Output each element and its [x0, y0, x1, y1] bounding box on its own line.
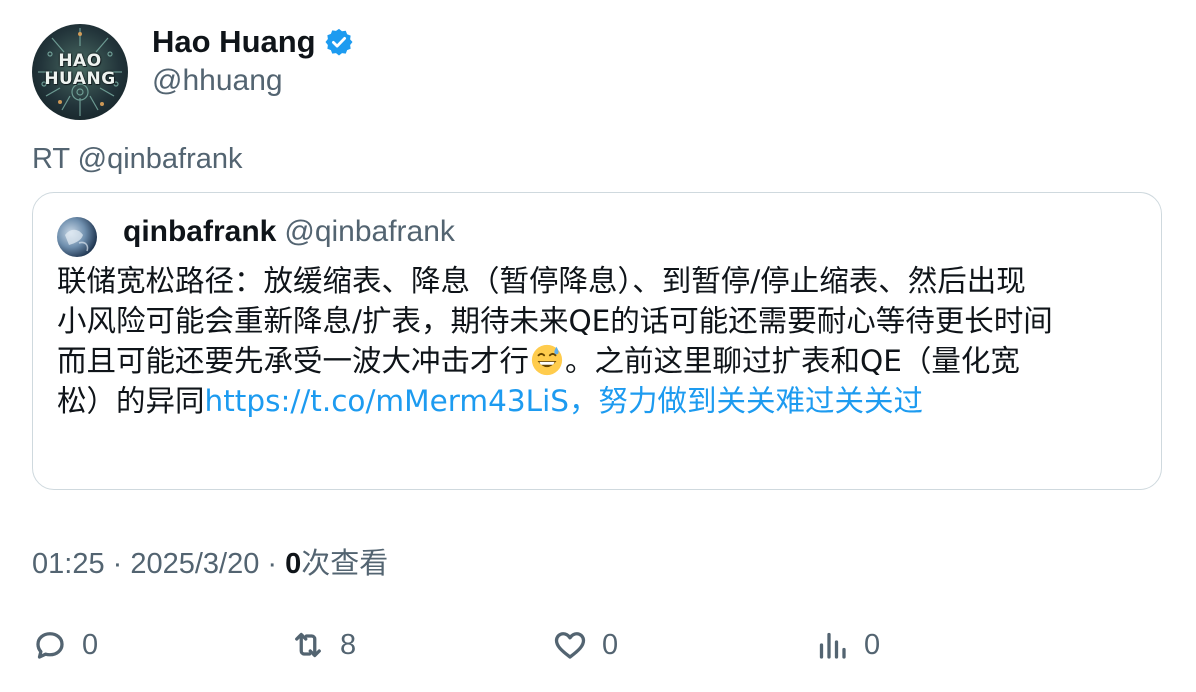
- globe-icon: [65, 229, 89, 252]
- heart-icon: [554, 632, 586, 659]
- like-button[interactable]: 0: [552, 620, 618, 670]
- analytics-bar-chart-icon: [819, 632, 846, 659]
- reply-icon: [36, 632, 64, 659]
- tweet-meta: 01:25 · 2025/3/20 · 0次查看: [32, 540, 388, 582]
- tweet-date[interactable]: 2025/3/20: [130, 548, 259, 580]
- quoted-text-line: 而且可能还要先承受一波大冲击才行 。之前这里聊过扩表和QE（量化宽: [57, 344, 1020, 378]
- tweet-header: HAO HUANG Hao Huang @hhuang: [32, 24, 354, 120]
- quoted-display-name[interactable]: qinbafrank: [123, 215, 276, 248]
- grinning-sweat-emoji-icon: [531, 344, 563, 376]
- avatar-logo-text: HAO HUANG: [44, 51, 116, 89]
- like-count: 0: [602, 628, 619, 661]
- reply-button[interactable]: 0: [32, 620, 98, 670]
- views-count: 0: [285, 548, 302, 580]
- quoted-tweet[interactable]: qinbafrank @qinbafrank 联储宽松路径：放缓缩表、降息（暂停降…: [32, 192, 1162, 490]
- views-label: 次查看: [301, 548, 389, 580]
- retweet-text: RT @qinbafrank: [32, 143, 243, 175]
- views-action-count: 0: [864, 628, 881, 661]
- reply-count: 0: [82, 628, 99, 661]
- action-bar: 0 8 0 0: [32, 620, 1162, 670]
- quoted-text-line: 联储宽松路径：放缓缩表、降息（暂停降息）、到暂停/停止缩表、然后出现: [57, 264, 1026, 298]
- quoted-author-avatar[interactable]: [57, 217, 97, 257]
- quoted-text: 联储宽松路径：放缓缩表、降息（暂停降息）、到暂停/停止缩表、然后出现 小风险可能…: [57, 261, 1147, 421]
- quoted-link[interactable]: https://t.co/mMerm43LiS，努力做到关关难过关关过: [205, 384, 923, 418]
- quoted-text-line: 小风险可能会重新降息/扩表，期待未来QE的话可能还需要耐心等待更长时间: [57, 304, 1053, 338]
- meta-separator: ·: [259, 548, 286, 580]
- author-handle[interactable]: @hhuang: [152, 64, 354, 98]
- author-avatar[interactable]: HAO HUANG: [32, 24, 128, 120]
- tweet-time[interactable]: 01:25: [32, 548, 105, 580]
- meta-separator: ·: [104, 548, 131, 580]
- views-button[interactable]: 0: [814, 620, 880, 670]
- verified-badge-icon: [325, 28, 353, 56]
- retweet-count: 8: [340, 628, 357, 661]
- author-display-name[interactable]: Hao Huang: [152, 24, 316, 60]
- quoted-text-line: 松）的异同https://t.co/mMerm43LiS，努力做到关关难过关关过: [57, 384, 923, 418]
- author-names: Hao Huang @hhuang: [152, 24, 354, 120]
- retweet-button[interactable]: 8: [290, 620, 356, 670]
- quoted-header: qinbafrank @qinbafrank: [123, 215, 455, 249]
- quoted-handle[interactable]: @qinbafrank: [284, 215, 455, 248]
- retweet-icon: [295, 632, 321, 658]
